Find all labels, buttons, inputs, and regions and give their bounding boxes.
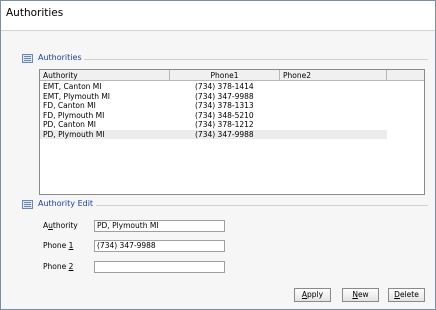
cell-authority: FD, Canton MI	[43, 101, 96, 110]
title-bar: Authorities	[1, 1, 435, 31]
edit-group-header: Authority Edit	[22, 199, 428, 211]
cell-phone1: (734) 347-9988	[195, 129, 254, 139]
authorities-grid[interactable]: Authority Phone1 Phone2 EMT, Canton MI (7…	[39, 69, 425, 195]
apply-button[interactable]: Apply	[294, 288, 331, 302]
authorities-group-label: Authorities	[38, 53, 82, 62]
new-button[interactable]: New	[342, 288, 379, 302]
cell-authority: PD, Canton MI	[43, 120, 97, 129]
delete-button[interactable]: Delete	[388, 288, 425, 302]
authority-field[interactable]: PD, Plymouth MI	[94, 220, 225, 232]
list-panel-icon	[22, 54, 33, 63]
table-row[interactable]: EMT, Plymouth MI (734) 347-9988	[40, 92, 387, 102]
column-header-authority[interactable]: Authority	[40, 70, 170, 81]
table-row[interactable]: EMT, Canton MI (734) 378-1414	[40, 82, 387, 92]
column-header-phone1[interactable]: Phone1	[170, 70, 280, 81]
cell-phone1: (734) 378-1414	[195, 82, 254, 91]
cell-authority: PD, Plymouth MI	[43, 129, 105, 139]
group-divider	[96, 205, 428, 206]
phone1-field[interactable]: (734) 347-9988	[94, 240, 225, 252]
cell-authority: EMT, Canton MI	[43, 82, 102, 91]
table-row[interactable]: FD, Plymouth MI (734) 348-5210	[40, 111, 387, 121]
authority-label: Authority	[43, 221, 78, 230]
cell-phone1: (734) 347-9988	[195, 91, 254, 101]
phone2-label: Phone 2	[43, 262, 74, 271]
cell-phone1: (734) 378-1313	[195, 101, 254, 110]
table-row[interactable]: PD, Canton MI (734) 378-1212	[40, 120, 387, 130]
cell-authority: EMT, Plymouth MI	[43, 91, 111, 101]
table-row[interactable]: PD, Plymouth MI (734) 347-9988	[40, 129, 387, 139]
table-row[interactable]: FD, Canton MI (734) 378-1313	[40, 101, 387, 111]
cell-authority: FD, Plymouth MI	[43, 110, 105, 120]
authorities-group-header: Authorities	[22, 53, 428, 65]
phone2-field[interactable]	[94, 261, 225, 273]
group-divider	[84, 59, 428, 60]
edit-group-label: Authority Edit	[38, 199, 94, 208]
window-title: Authorities	[6, 7, 64, 19]
authorities-window: Authorities Authorities Authority Phone1…	[0, 0, 436, 310]
column-header-phone2[interactable]: Phone2	[280, 70, 387, 81]
grid-header: Authority Phone1 Phone2	[40, 70, 424, 81]
cell-phone1: (734) 348-5210	[195, 110, 254, 120]
phone1-label: Phone 1	[43, 241, 74, 250]
edit-panel-icon	[22, 200, 33, 209]
cell-phone1: (734) 378-1212	[195, 120, 254, 129]
